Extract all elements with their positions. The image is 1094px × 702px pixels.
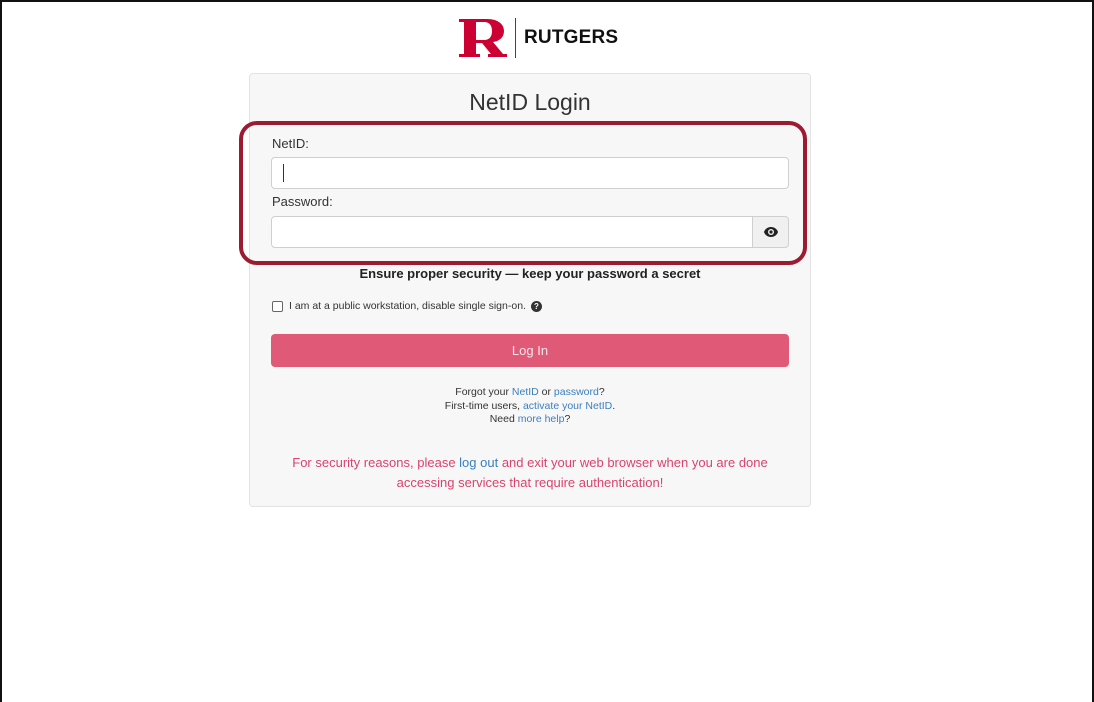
warning-line-1: For security reasons, please log out and…	[292, 455, 768, 470]
first-time-line: First-time users, activate your NetID.	[444, 399, 616, 412]
password-field-group	[271, 216, 789, 248]
logo-wordmark: RUTGERS	[524, 27, 619, 48]
public-workstation-checkbox[interactable]	[272, 300, 283, 312]
forgot-password-link[interactable]: password	[554, 386, 599, 398]
security-notice: Ensure proper security — keep your passw…	[359, 266, 701, 281]
help-links: Forgot your NetID or password? First-tim…	[250, 386, 810, 427]
more-help-line: Need more help?	[489, 413, 571, 425]
security-warning: For security reasons, please log out and…	[250, 453, 810, 493]
show-password-button[interactable]	[752, 216, 789, 248]
warning-line-2: accessing services that require authenti…	[396, 475, 664, 490]
page-title: NetID Login	[469, 89, 591, 115]
password-label: Password:	[272, 194, 333, 209]
public-workstation-label[interactable]: I am at a public workstation, disable si…	[289, 300, 526, 312]
netid-input[interactable]	[271, 157, 789, 189]
password-input[interactable]	[271, 216, 753, 248]
activate-netid-link[interactable]: activate your NetID	[523, 400, 612, 412]
netid-label: NetID:	[272, 136, 309, 151]
forgot-netid-link[interactable]: NetID	[512, 386, 539, 398]
eye-icon	[763, 227, 778, 237]
log-out-link[interactable]: log out	[459, 455, 498, 470]
login-button[interactable]: Log In	[271, 334, 789, 367]
text-cursor	[283, 164, 284, 182]
question-circle-icon[interactable]: ?	[530, 300, 542, 312]
rutgers-r-logo-icon	[459, 19, 507, 57]
more-help-link[interactable]: more help	[518, 413, 565, 425]
logo-divider	[515, 18, 516, 58]
rutgers-logo[interactable]: RUTGERS	[457, 16, 618, 60]
login-card: NetID Login NetID: Password: Ensure prop…	[249, 73, 811, 507]
forgot-line: Forgot your NetID or password?	[455, 386, 605, 398]
public-workstation-row: I am at a public workstation, disable si…	[272, 300, 542, 312]
